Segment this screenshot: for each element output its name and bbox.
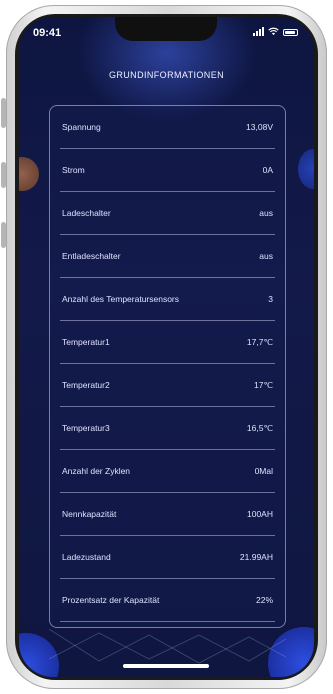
wifi-icon: [268, 27, 279, 36]
row-value: 100AH: [247, 509, 273, 519]
info-row-charge-switch: Ladeschalter aus: [60, 192, 275, 235]
row-value: 3: [268, 294, 273, 304]
info-row-temperature-3: Temperatur3 16,5℃: [60, 407, 275, 450]
info-row-discharge-switch: Entladeschalter aus: [60, 235, 275, 278]
battery-icon: [283, 29, 298, 36]
row-label: Ladezustand: [62, 552, 111, 562]
info-row-temperature-2: Temperatur2 17℃: [60, 364, 275, 407]
row-value: aus: [259, 208, 273, 218]
row-value: 21.99AH: [239, 552, 273, 562]
info-row-cycle-count: Anzahl der Zyklen 0Mal: [60, 450, 275, 493]
row-value: aus: [259, 251, 273, 261]
status-icons: [253, 27, 298, 36]
decorative-orb-left: [19, 157, 39, 191]
row-value: 17℃: [253, 379, 273, 390]
row-label: Temperatur3: [62, 423, 110, 433]
signal-icon: [253, 27, 264, 36]
info-card: Spannung 13,08V Strom 0A Ladeschalter au…: [49, 105, 286, 628]
volume-down-button: [1, 222, 6, 248]
info-row-temperature-1: Temperatur1 17,7℃: [60, 321, 275, 364]
decorative-orb-right: [298, 149, 314, 189]
info-row-nominal-capacity: Nennkapazität 100AH: [60, 493, 275, 536]
row-label: Strom: [62, 165, 85, 175]
row-label: Anzahl des Temperatursensors: [62, 294, 180, 304]
row-label: Nennkapazität: [62, 509, 117, 519]
row-label: Temperatur2: [62, 380, 110, 390]
row-value: 0A: [262, 165, 273, 175]
row-label: Prozentsatz der Kapazität: [62, 595, 160, 605]
row-value: 0Mal: [254, 466, 273, 476]
info-row-capacity-percentage: Prozentsatz der Kapazität 22%: [60, 579, 275, 622]
decorative-lines: [49, 629, 286, 664]
info-row-current: Strom 0A: [60, 149, 275, 192]
info-row-charge-state: Ladezustand 21.99AH: [60, 536, 275, 579]
row-label: Ladeschalter: [62, 208, 111, 218]
status-time: 09:41: [33, 27, 62, 39]
app-screen: 09:41 GRUNDINFORMATIONEN Spannung 13,08V…: [19, 17, 314, 677]
row-value: 13,08V: [246, 122, 273, 132]
row-label: Temperatur1: [62, 337, 110, 347]
mute-switch: [1, 98, 6, 128]
page-title: GRUNDINFORMATIONEN: [108, 70, 225, 80]
volume-up-button: [1, 162, 6, 188]
home-indicator[interactable]: [123, 664, 209, 668]
notch: [115, 17, 217, 41]
row-label: Anzahl der Zyklen: [62, 466, 131, 476]
info-row-voltage: Spannung 13,08V: [60, 106, 275, 149]
row-label: Entladeschalter: [62, 251, 121, 261]
row-value: 22%: [255, 595, 273, 605]
row-value: 16,5℃: [246, 422, 273, 433]
row-value: 17,7℃: [246, 336, 273, 347]
info-row-sensor-count: Anzahl des Temperatursensors 3: [60, 278, 275, 321]
row-label: Spannung: [62, 122, 101, 132]
